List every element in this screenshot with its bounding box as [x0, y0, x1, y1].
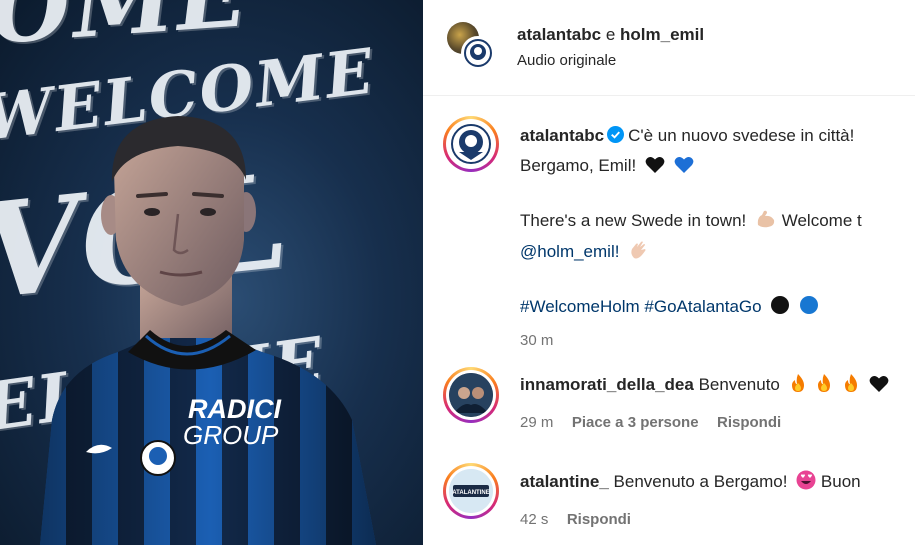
- fire-icon: [842, 373, 860, 400]
- sponsor-text: GROUP: [183, 420, 279, 450]
- comment-avatar[interactable]: [443, 367, 499, 423]
- avatar-image: ATALANTINE: [449, 469, 493, 513]
- comment-text: Benvenuto: [698, 375, 780, 394]
- comment-item: innamorati_della_dea Benvenuto 29 m Piac…: [520, 373, 915, 432]
- comment-timestamp[interactable]: 29 m: [520, 414, 553, 431]
- fire-icon: [815, 373, 833, 400]
- avatar-badge-text: ATALANTINE: [452, 490, 489, 496]
- verified-badge-icon: [607, 124, 625, 152]
- post-caption: atalantabc C'è un nuovo svedese in città!…: [520, 122, 915, 355]
- reply-button[interactable]: Rispondi: [567, 511, 631, 528]
- caption-avatar[interactable]: [443, 116, 499, 172]
- comment-timestamp[interactable]: 42 s: [520, 511, 548, 528]
- username-link[interactable]: holm_emil: [620, 25, 704, 44]
- hashtag-link[interactable]: #GoAtalantaGo: [644, 297, 761, 316]
- post-side-panel: atalantabc e holm_emil Audio originale a…: [423, 0, 915, 545]
- post-image[interactable]: OME WELCOME VOL ELCOME L: [0, 0, 423, 545]
- fire-icon: [789, 373, 807, 400]
- comment-text: Buon: [820, 472, 861, 491]
- caption-text: There's a new Swede in town!: [520, 211, 747, 230]
- post-header: atalantabc e holm_emil Audio originale: [423, 0, 915, 96]
- caption-text: Welcome t: [781, 211, 862, 230]
- audio-link[interactable]: Audio originale: [517, 52, 616, 69]
- black-heart-icon: [645, 155, 665, 183]
- caption-text: C'è un nuovo svedese in città!: [628, 126, 855, 145]
- comment-username[interactable]: innamorati_della_dea: [520, 375, 694, 394]
- reply-button[interactable]: Rispondi: [717, 414, 781, 431]
- likes-count[interactable]: Piace a 3 persone: [572, 414, 699, 431]
- caption-timestamp[interactable]: 30 m: [520, 332, 553, 349]
- post-owners: atalantabc e holm_emil: [517, 25, 704, 45]
- comment-text: Benvenuto a Bergamo!: [613, 472, 788, 491]
- waving-hand-icon: [628, 240, 650, 269]
- collab-avatars[interactable]: [447, 22, 495, 70]
- black-circle-icon: [770, 295, 790, 324]
- flexed-biceps-icon: [755, 209, 777, 238]
- avatar[interactable]: [461, 36, 495, 70]
- avatar-image: [449, 373, 493, 417]
- blue-heart-icon: [674, 155, 694, 183]
- player-figure: RADICI GROUP: [40, 116, 376, 545]
- comment-avatar[interactable]: ATALANTINE: [443, 463, 499, 519]
- comment-username[interactable]: atalantine_: [520, 472, 609, 491]
- atalanta-crest-icon: [451, 124, 491, 164]
- blue-circle-icon: [799, 295, 819, 324]
- caption-username[interactable]: atalantabc: [520, 126, 604, 145]
- hashtag-link[interactable]: #WelcomeHolm: [520, 297, 640, 316]
- black-heart-icon: [869, 375, 889, 400]
- atalanta-crest-icon: [464, 39, 492, 67]
- mention-link[interactable]: @holm_emil!: [520, 242, 619, 261]
- owners-joiner: e: [605, 25, 616, 44]
- username-link[interactable]: atalantabc: [517, 25, 601, 44]
- heart-eyes-icon: [796, 470, 816, 497]
- caption-text: Bergamo, Emil!: [520, 156, 637, 175]
- comment-item: atalantine_ Benvenuto a Bergamo! Buon 42…: [520, 470, 915, 529]
